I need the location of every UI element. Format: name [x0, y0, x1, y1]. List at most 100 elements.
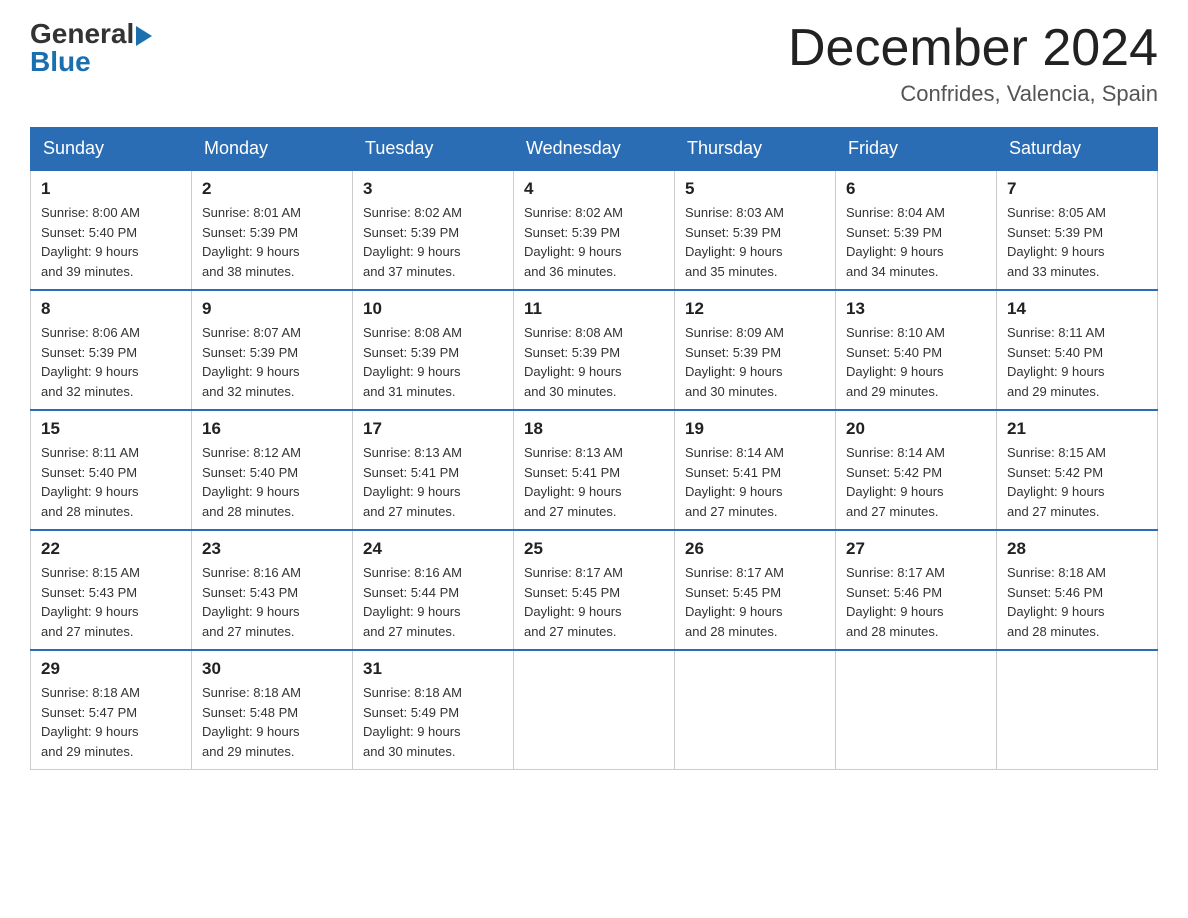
calendar-cell: 24 Sunrise: 8:16 AM Sunset: 5:44 PM Dayl…: [353, 530, 514, 650]
day-number: 4: [524, 179, 664, 199]
day-info: Sunrise: 8:15 AM Sunset: 5:42 PM Dayligh…: [1007, 443, 1147, 521]
day-number: 1: [41, 179, 181, 199]
calendar-cell: 6 Sunrise: 8:04 AM Sunset: 5:39 PM Dayli…: [836, 170, 997, 290]
column-header-tuesday: Tuesday: [353, 128, 514, 171]
calendar-cell: 11 Sunrise: 8:08 AM Sunset: 5:39 PM Dayl…: [514, 290, 675, 410]
calendar-cell: 5 Sunrise: 8:03 AM Sunset: 5:39 PM Dayli…: [675, 170, 836, 290]
day-number: 26: [685, 539, 825, 559]
day-info: Sunrise: 8:14 AM Sunset: 5:42 PM Dayligh…: [846, 443, 986, 521]
day-info: Sunrise: 8:18 AM Sunset: 5:49 PM Dayligh…: [363, 683, 503, 761]
day-number: 13: [846, 299, 986, 319]
logo-arrow-icon: [136, 26, 152, 46]
day-number: 21: [1007, 419, 1147, 439]
day-info: Sunrise: 8:13 AM Sunset: 5:41 PM Dayligh…: [363, 443, 503, 521]
column-header-thursday: Thursday: [675, 128, 836, 171]
calendar-cell: 25 Sunrise: 8:17 AM Sunset: 5:45 PM Dayl…: [514, 530, 675, 650]
day-number: 15: [41, 419, 181, 439]
calendar-cell: 16 Sunrise: 8:12 AM Sunset: 5:40 PM Dayl…: [192, 410, 353, 530]
day-number: 16: [202, 419, 342, 439]
day-info: Sunrise: 8:08 AM Sunset: 5:39 PM Dayligh…: [524, 323, 664, 401]
calendar-cell: 1 Sunrise: 8:00 AM Sunset: 5:40 PM Dayli…: [31, 170, 192, 290]
title-section: December 2024 Confrides, Valencia, Spain: [788, 20, 1158, 107]
day-number: 12: [685, 299, 825, 319]
calendar-cell: 7 Sunrise: 8:05 AM Sunset: 5:39 PM Dayli…: [997, 170, 1158, 290]
calendar-cell: 3 Sunrise: 8:02 AM Sunset: 5:39 PM Dayli…: [353, 170, 514, 290]
day-info: Sunrise: 8:10 AM Sunset: 5:40 PM Dayligh…: [846, 323, 986, 401]
day-info: Sunrise: 8:02 AM Sunset: 5:39 PM Dayligh…: [363, 203, 503, 281]
calendar-cell: 31 Sunrise: 8:18 AM Sunset: 5:49 PM Dayl…: [353, 650, 514, 770]
day-info: Sunrise: 8:00 AM Sunset: 5:40 PM Dayligh…: [41, 203, 181, 281]
calendar-cell: 20 Sunrise: 8:14 AM Sunset: 5:42 PM Dayl…: [836, 410, 997, 530]
calendar-week-row: 22 Sunrise: 8:15 AM Sunset: 5:43 PM Dayl…: [31, 530, 1158, 650]
month-title: December 2024: [788, 20, 1158, 77]
day-info: Sunrise: 8:17 AM Sunset: 5:45 PM Dayligh…: [524, 563, 664, 641]
calendar-cell: 13 Sunrise: 8:10 AM Sunset: 5:40 PM Dayl…: [836, 290, 997, 410]
calendar-cell: 29 Sunrise: 8:18 AM Sunset: 5:47 PM Dayl…: [31, 650, 192, 770]
day-info: Sunrise: 8:07 AM Sunset: 5:39 PM Dayligh…: [202, 323, 342, 401]
calendar-cell: 18 Sunrise: 8:13 AM Sunset: 5:41 PM Dayl…: [514, 410, 675, 530]
day-number: 9: [202, 299, 342, 319]
day-number: 6: [846, 179, 986, 199]
calendar-cell: [997, 650, 1158, 770]
calendar-cell: 27 Sunrise: 8:17 AM Sunset: 5:46 PM Dayl…: [836, 530, 997, 650]
day-number: 23: [202, 539, 342, 559]
day-info: Sunrise: 8:06 AM Sunset: 5:39 PM Dayligh…: [41, 323, 181, 401]
day-number: 14: [1007, 299, 1147, 319]
day-info: Sunrise: 8:18 AM Sunset: 5:47 PM Dayligh…: [41, 683, 181, 761]
day-info: Sunrise: 8:18 AM Sunset: 5:48 PM Dayligh…: [202, 683, 342, 761]
calendar-cell: 2 Sunrise: 8:01 AM Sunset: 5:39 PM Dayli…: [192, 170, 353, 290]
day-number: 30: [202, 659, 342, 679]
day-info: Sunrise: 8:09 AM Sunset: 5:39 PM Dayligh…: [685, 323, 825, 401]
day-number: 19: [685, 419, 825, 439]
calendar-cell: 30 Sunrise: 8:18 AM Sunset: 5:48 PM Dayl…: [192, 650, 353, 770]
day-number: 5: [685, 179, 825, 199]
day-info: Sunrise: 8:04 AM Sunset: 5:39 PM Dayligh…: [846, 203, 986, 281]
calendar-cell: [675, 650, 836, 770]
calendar-cell: 26 Sunrise: 8:17 AM Sunset: 5:45 PM Dayl…: [675, 530, 836, 650]
calendar-cell: 19 Sunrise: 8:14 AM Sunset: 5:41 PM Dayl…: [675, 410, 836, 530]
location-title: Confrides, Valencia, Spain: [788, 81, 1158, 107]
day-number: 24: [363, 539, 503, 559]
day-info: Sunrise: 8:01 AM Sunset: 5:39 PM Dayligh…: [202, 203, 342, 281]
calendar-cell: 21 Sunrise: 8:15 AM Sunset: 5:42 PM Dayl…: [997, 410, 1158, 530]
calendar-cell: 23 Sunrise: 8:16 AM Sunset: 5:43 PM Dayl…: [192, 530, 353, 650]
day-number: 11: [524, 299, 664, 319]
day-info: Sunrise: 8:16 AM Sunset: 5:43 PM Dayligh…: [202, 563, 342, 641]
calendar-week-row: 8 Sunrise: 8:06 AM Sunset: 5:39 PM Dayli…: [31, 290, 1158, 410]
logo-general-text: General: [30, 20, 134, 48]
calendar-cell: 10 Sunrise: 8:08 AM Sunset: 5:39 PM Dayl…: [353, 290, 514, 410]
day-number: 28: [1007, 539, 1147, 559]
day-number: 29: [41, 659, 181, 679]
day-info: Sunrise: 8:12 AM Sunset: 5:40 PM Dayligh…: [202, 443, 342, 521]
day-info: Sunrise: 8:15 AM Sunset: 5:43 PM Dayligh…: [41, 563, 181, 641]
logo-blue-text: Blue: [30, 48, 91, 76]
column-header-wednesday: Wednesday: [514, 128, 675, 171]
day-number: 2: [202, 179, 342, 199]
day-info: Sunrise: 8:03 AM Sunset: 5:39 PM Dayligh…: [685, 203, 825, 281]
calendar-cell: 4 Sunrise: 8:02 AM Sunset: 5:39 PM Dayli…: [514, 170, 675, 290]
calendar-week-row: 1 Sunrise: 8:00 AM Sunset: 5:40 PM Dayli…: [31, 170, 1158, 290]
day-number: 17: [363, 419, 503, 439]
calendar-cell: 22 Sunrise: 8:15 AM Sunset: 5:43 PM Dayl…: [31, 530, 192, 650]
day-info: Sunrise: 8:18 AM Sunset: 5:46 PM Dayligh…: [1007, 563, 1147, 641]
day-info: Sunrise: 8:14 AM Sunset: 5:41 PM Dayligh…: [685, 443, 825, 521]
calendar-cell: 15 Sunrise: 8:11 AM Sunset: 5:40 PM Dayl…: [31, 410, 192, 530]
page-header: General Blue December 2024 Confrides, Va…: [30, 20, 1158, 107]
day-number: 7: [1007, 179, 1147, 199]
calendar-cell: 28 Sunrise: 8:18 AM Sunset: 5:46 PM Dayl…: [997, 530, 1158, 650]
day-info: Sunrise: 8:16 AM Sunset: 5:44 PM Dayligh…: [363, 563, 503, 641]
calendar-cell: 9 Sunrise: 8:07 AM Sunset: 5:39 PM Dayli…: [192, 290, 353, 410]
calendar-cell: 12 Sunrise: 8:09 AM Sunset: 5:39 PM Dayl…: [675, 290, 836, 410]
day-number: 10: [363, 299, 503, 319]
day-number: 8: [41, 299, 181, 319]
day-info: Sunrise: 8:13 AM Sunset: 5:41 PM Dayligh…: [524, 443, 664, 521]
calendar-week-row: 15 Sunrise: 8:11 AM Sunset: 5:40 PM Dayl…: [31, 410, 1158, 530]
day-info: Sunrise: 8:02 AM Sunset: 5:39 PM Dayligh…: [524, 203, 664, 281]
day-number: 20: [846, 419, 986, 439]
calendar-header-row: SundayMondayTuesdayWednesdayThursdayFrid…: [31, 128, 1158, 171]
calendar-cell: 17 Sunrise: 8:13 AM Sunset: 5:41 PM Dayl…: [353, 410, 514, 530]
day-info: Sunrise: 8:17 AM Sunset: 5:46 PM Dayligh…: [846, 563, 986, 641]
column-header-sunday: Sunday: [31, 128, 192, 171]
day-info: Sunrise: 8:11 AM Sunset: 5:40 PM Dayligh…: [1007, 323, 1147, 401]
day-info: Sunrise: 8:05 AM Sunset: 5:39 PM Dayligh…: [1007, 203, 1147, 281]
